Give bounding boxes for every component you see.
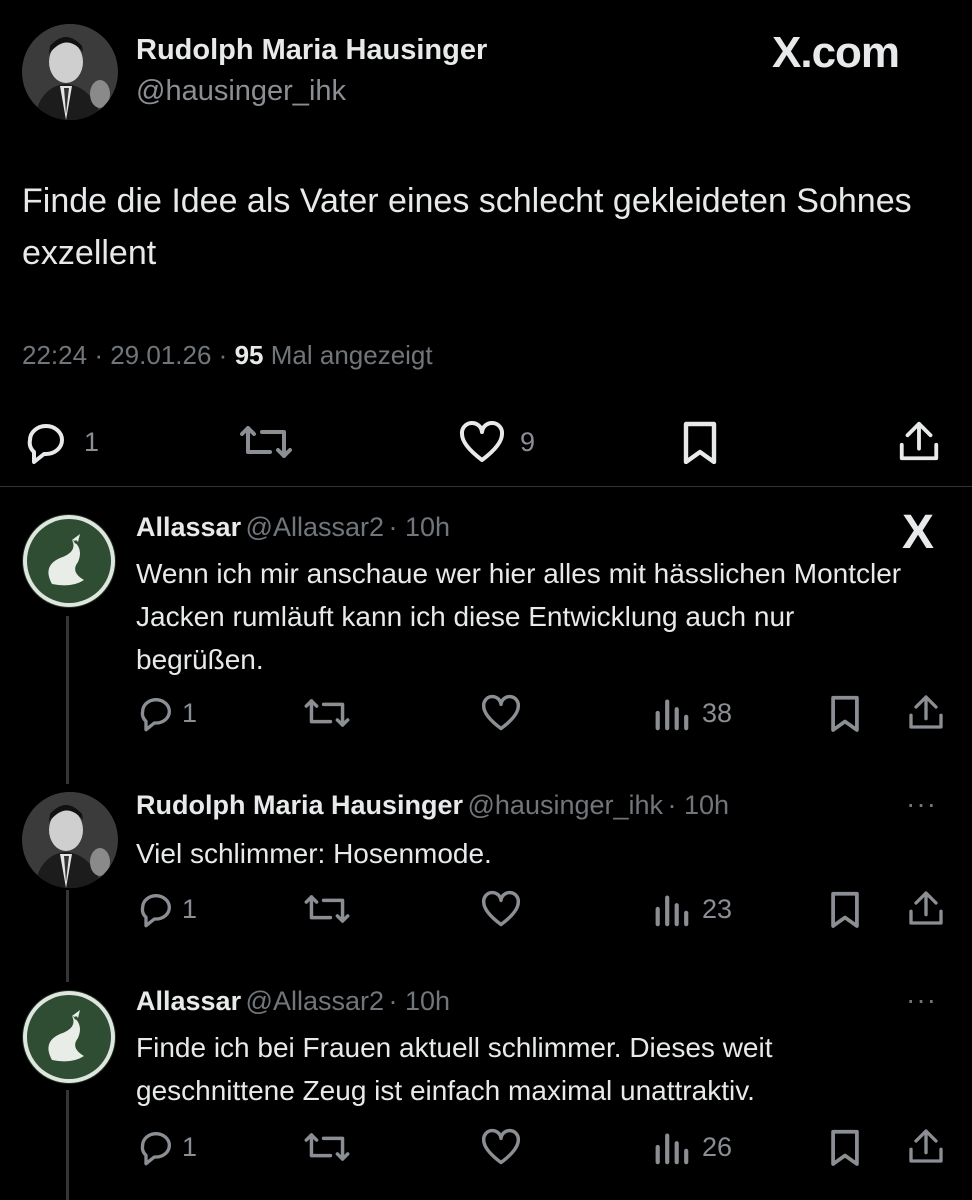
reply-avatar[interactable] [22, 792, 118, 888]
man-portrait-icon [22, 24, 118, 120]
analytics-icon [655, 1133, 689, 1165]
like-count: 9 [520, 426, 536, 457]
tweet-time[interactable]: 22:24 [22, 340, 87, 370]
reply-time[interactable]: · 10h [388, 986, 450, 1016]
dragon-emblem-icon [23, 991, 115, 1083]
views-button[interactable]: 38 [652, 694, 732, 732]
like-button[interactable]: 9 [458, 420, 535, 464]
reply-text: Wenn ich mir anschaue wer hier alles mit… [136, 558, 902, 675]
reply-author-name[interactable]: Allassar [136, 512, 241, 542]
reply-text: Finde ich bei Frauen aktuell schlimmer. … [136, 1032, 773, 1106]
reply-author-handle[interactable]: @Allassar2 [246, 986, 384, 1016]
reply-header: Rudolph Maria Hausinger @hausinger_ihk ·… [136, 790, 729, 821]
reply-author-name[interactable]: Rudolph Maria Hausinger [136, 790, 463, 820]
repost-button[interactable] [302, 1128, 352, 1166]
share-button[interactable] [906, 1126, 946, 1166]
bookmark-button[interactable] [828, 890, 862, 928]
bookmark-icon [831, 695, 859, 732]
share-icon [909, 695, 943, 729]
reply-text: Viel schlimmer: Hosenmode. [136, 838, 492, 869]
x-logo: X.com [772, 28, 900, 77]
heart-icon [481, 694, 521, 731]
reply-count: 1 [182, 697, 198, 728]
like-button[interactable] [480, 1128, 522, 1166]
tweet-date[interactable]: 29.01.26 [110, 340, 211, 370]
share-button[interactable] [906, 888, 946, 928]
bookmark-icon [831, 891, 859, 928]
reply-button[interactable]: 1 [22, 420, 99, 464]
author-avatar[interactable] [22, 24, 118, 120]
reply-icon [27, 424, 64, 464]
meta-separator: · [94, 340, 103, 370]
reply-avatar[interactable] [22, 990, 116, 1084]
heart-icon [481, 890, 521, 927]
reply-author-handle[interactable]: @hausinger_ihk [468, 790, 664, 820]
share-icon [909, 1129, 943, 1163]
view-count: 26 [702, 1131, 733, 1162]
repost-button[interactable] [302, 694, 352, 732]
heart-icon [459, 421, 505, 462]
repost-icon [304, 1133, 350, 1161]
share-button[interactable] [896, 418, 942, 464]
author-handle[interactable]: @hausinger_ihk [136, 75, 346, 108]
reply-icon [140, 894, 171, 928]
more-options-icon[interactable]: ··· [906, 788, 937, 820]
reply-button[interactable]: 1 [136, 1128, 197, 1166]
main-action-bar: 1 9 [0, 410, 972, 470]
more-options-icon[interactable]: ··· [906, 984, 937, 1016]
thread-line [66, 616, 69, 784]
repost-icon [240, 426, 292, 458]
reply-count: 1 [182, 1131, 198, 1162]
reply-button[interactable]: 1 [136, 694, 197, 732]
bookmark-button[interactable] [680, 420, 720, 464]
reply-icon [140, 698, 171, 732]
reply-count: 1 [84, 426, 100, 457]
repost-icon [304, 895, 350, 923]
views-label: Mal angezeigt [270, 340, 433, 370]
view-count: 95 [234, 340, 264, 370]
reply-header: Allassar @Allassar2 · 10h [136, 512, 450, 543]
share-button[interactable] [906, 692, 946, 732]
author-name[interactable]: Rudolph Maria Hausinger [136, 34, 487, 67]
views-button[interactable]: 26 [652, 1128, 732, 1166]
share-icon [909, 891, 943, 925]
like-button[interactable] [480, 890, 522, 928]
reply-avatar[interactable] [22, 514, 116, 608]
heart-icon [481, 1128, 521, 1165]
share-icon [899, 421, 939, 461]
repost-button[interactable] [302, 890, 352, 928]
tweet-meta: 22:24 · 29.01.26 · 95 Mal angezeigt [22, 340, 433, 371]
reply-time[interactable]: · 10h [388, 512, 450, 542]
view-count: 23 [702, 893, 733, 924]
tweet-text: Finde die Idee als Vater eines schlecht … [22, 182, 912, 272]
divider [0, 486, 972, 487]
bookmark-button[interactable] [828, 1128, 862, 1166]
reply-time[interactable]: · 10h [667, 790, 729, 820]
reply-icon [140, 1132, 171, 1166]
view-count: 38 [702, 697, 733, 728]
views-button[interactable]: 23 [652, 890, 732, 928]
reply-author-handle[interactable]: @Allassar2 [246, 512, 384, 542]
man-portrait-icon [22, 792, 118, 888]
dragon-emblem-icon [23, 515, 115, 607]
bookmark-button[interactable] [828, 694, 862, 732]
analytics-icon [655, 699, 689, 731]
reply-button[interactable]: 1 [136, 890, 197, 928]
reply-author-name[interactable]: Allassar [136, 986, 241, 1016]
thread-line [66, 890, 69, 982]
repost-icon [304, 699, 350, 727]
thread-line [66, 1090, 69, 1200]
reply-header: Allassar @Allassar2 · 10h [136, 986, 450, 1017]
meta-separator: · [218, 340, 228, 370]
like-button[interactable] [480, 694, 522, 732]
bookmark-icon [831, 1129, 859, 1166]
repost-button[interactable] [238, 420, 294, 464]
reply-count: 1 [182, 893, 198, 924]
analytics-icon [655, 895, 689, 927]
bookmark-icon [683, 421, 717, 464]
